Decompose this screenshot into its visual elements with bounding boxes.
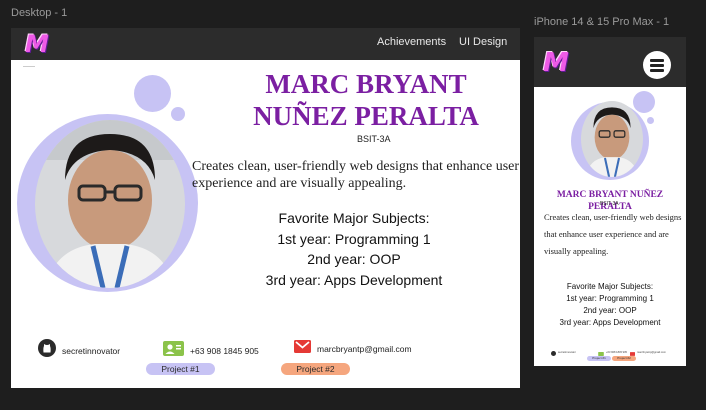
- phone-frame-label[interactable]: iPhone 14 & 15 Pro Max - 1: [534, 16, 669, 28]
- contact-card-icon: [163, 341, 184, 361]
- project-1-button[interactable]: Project #1: [146, 363, 215, 375]
- contact-github[interactable]: secretinnovator: [551, 343, 576, 361]
- profile-name: MARC BRYANT NUÑEZ PERALTA: [253, 69, 479, 131]
- subjects-title: Favorite Major Subjects:: [566, 282, 654, 291]
- favorite-subjects: Favorite Major Subjects: 1st year: Progr…: [249, 208, 459, 290]
- nav-link-ui-design[interactable]: UI Design: [459, 36, 507, 48]
- profile-photo: [581, 101, 643, 177]
- logo[interactable]: M: [25, 30, 49, 58]
- nav-link-achievements[interactable]: Achievements: [377, 36, 446, 48]
- subject-item: 3rd year: Apps Development: [559, 318, 661, 327]
- subject-item: 2nd year: OOP: [307, 251, 401, 267]
- favorite-subjects: Favorite Major Subjects: 1st year: Progr…: [550, 281, 670, 329]
- navbar: M: [534, 37, 686, 87]
- project-2-button[interactable]: Project #2: [281, 363, 350, 375]
- contact-email[interactable]: marcbryantp@gmail.com: [294, 340, 412, 358]
- desktop-frame: M Achievements UI Design MARC BRYANT NUÑ…: [11, 28, 520, 388]
- phone-number: +63 908 1845 905: [190, 346, 259, 356]
- phone-number: +63 908 1845 905: [606, 350, 627, 354]
- subject-item: 2nd year: OOP: [583, 306, 637, 315]
- subject-item: 1st year: Programming 1: [277, 230, 431, 247]
- desktop-frame-label[interactable]: Desktop - 1: [11, 7, 67, 19]
- hamburger-menu-icon[interactable]: [643, 51, 671, 79]
- decorative-bubble: [647, 117, 654, 124]
- profile-description: Creates clean, user-friendly web designs…: [544, 212, 682, 256]
- profile-section: BSIT-3A: [357, 134, 391, 144]
- profile-photo: [35, 120, 185, 288]
- github-username: secretinnovator: [62, 345, 121, 356]
- decorative-bubble: [134, 75, 171, 112]
- logo[interactable]: M: [543, 48, 569, 78]
- subject-item: 1st year: Programming 1: [566, 294, 654, 303]
- email-address: marcbryantp@gmail.com: [317, 344, 412, 354]
- profile-section: BSIT-3A: [600, 201, 619, 207]
- project-2-button[interactable]: Project #2: [612, 356, 636, 361]
- contact-github[interactable]: secretinnovator: [38, 339, 120, 362]
- subject-item: 3rd year: Apps Development: [265, 271, 443, 288]
- navbar: M Achievements UI Design: [11, 28, 520, 60]
- github-icon: [38, 339, 56, 362]
- phone-frame: M MARC BRYANT NUÑEZ PERALTA BSIT-3A Crea…: [534, 37, 686, 366]
- contact-phone[interactable]: +63 908 1845 905: [163, 341, 259, 361]
- mail-icon: [294, 340, 311, 358]
- project-1-button[interactable]: Project #1: [587, 356, 611, 361]
- profile-description: Creates clean, user-friendly web designs…: [192, 159, 520, 191]
- divider: [23, 66, 35, 67]
- subjects-title: Favorite Major Subjects:: [278, 210, 430, 226]
- decorative-bubble: [171, 107, 185, 121]
- decorative-bubble: [633, 91, 655, 113]
- github-username: secretinnovator: [558, 350, 576, 354]
- github-icon: [551, 343, 556, 361]
- email-address: marcbryantp@gmail.com: [637, 350, 666, 354]
